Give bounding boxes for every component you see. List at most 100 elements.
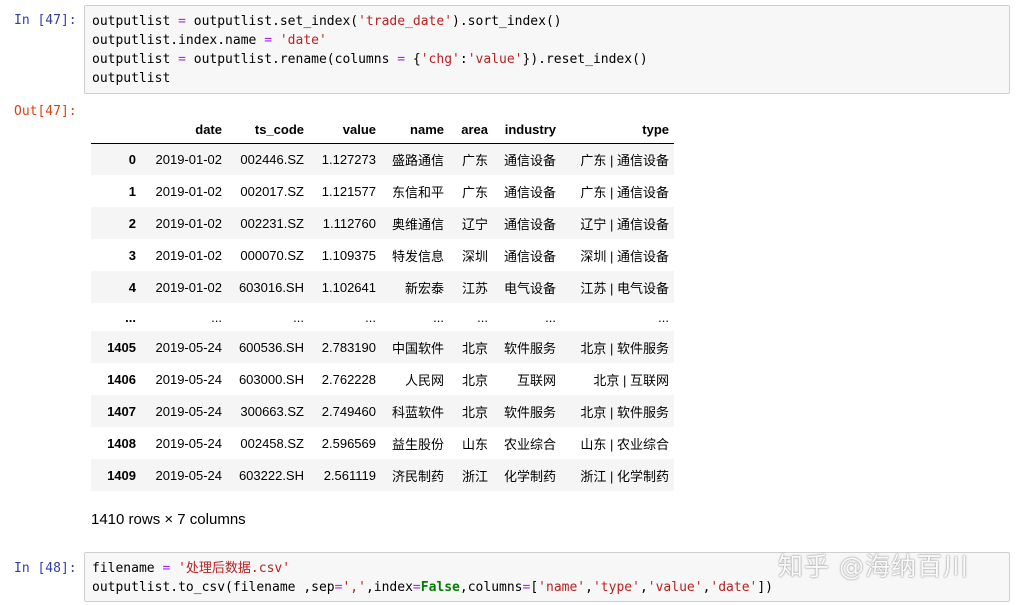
cell-name: 奥维通信 xyxy=(391,216,444,232)
dataframe-table: date ts_code value name area industry ty… xyxy=(91,117,674,491)
cell-ts_code: 002458.SZ xyxy=(240,435,304,451)
cell-type: 北京 | 软件服务 xyxy=(580,404,669,420)
cell-industry: 通信设备 xyxy=(503,216,556,232)
table-row: ........................ xyxy=(91,303,674,331)
table-row: 1 2019-01-02 002017.SZ 1.121577 东信和平 广东 通信设备 广东… xyxy=(91,175,674,207)
cell-date: 2019-05-24 xyxy=(155,339,223,355)
code-line: outputlist = outputlist.rename(columns =… xyxy=(92,52,648,67)
cell-area: 北京 xyxy=(461,372,488,388)
column-header-ts_code: ts_code xyxy=(227,117,309,144)
cell-value: 2.783190 xyxy=(321,339,376,355)
column-header-area: area xyxy=(449,117,493,144)
column-header-industry: industry xyxy=(493,117,561,144)
cell-name: 益生股份 xyxy=(391,436,444,452)
table-row: 0 2019-01-02 002446.SZ 1.127273 盛路通信 广东 通信设备 广东… xyxy=(91,143,674,175)
cell-name: 特发信息 xyxy=(391,248,444,264)
cell-value: 1.121577 xyxy=(321,183,376,199)
cell-date: 2019-01-02 xyxy=(155,151,223,167)
cell-ts_code: ... xyxy=(293,309,304,325)
row-index: 4 xyxy=(128,279,136,295)
output-prompt-47: Out[47]: xyxy=(14,104,77,119)
cell-name: 济民制药 xyxy=(391,468,444,484)
code-line: outputlist = outputlist.set_index('trade… xyxy=(92,14,562,29)
cell-type: 浙江 | 化学制药 xyxy=(580,468,669,484)
cell-area: 浙江 xyxy=(461,468,488,484)
row-index: 1406 xyxy=(107,371,136,387)
table-row: 1405 2019-05-24 600536.SH 2.783190 中国软件 北京 软件服… xyxy=(91,331,674,363)
table-row: 2 2019-01-02 002231.SZ 1.112760 奥维通信 辽宁 通信设备 辽宁… xyxy=(91,207,674,239)
cell-date: 2019-05-24 xyxy=(155,435,223,451)
table-row: 1408 2019-05-24 002458.SZ 2.596569 益生股份 山东 农业综… xyxy=(91,427,674,459)
cell-area: 北京 xyxy=(461,404,488,420)
cell-date: 2019-01-02 xyxy=(155,183,223,199)
cell-date: 2019-05-24 xyxy=(155,371,223,387)
cell-industry: 化学制药 xyxy=(503,468,556,484)
cell-area: 江苏 xyxy=(461,280,488,296)
cell-name: 新宏泰 xyxy=(404,280,444,296)
row-index: 1 xyxy=(128,183,136,199)
table-row: 1406 2019-05-24 603000.SH 2.762228 人民网 北京 互联网 北… xyxy=(91,363,674,395)
table-header-row: date ts_code value name area industry ty… xyxy=(91,117,674,144)
cell-ts_code: 300663.SZ xyxy=(240,403,304,419)
dataframe-shape: 1410 rows × 7 columns xyxy=(91,511,246,528)
cell-name: 中国软件 xyxy=(391,340,444,356)
cell-area: 广东 xyxy=(461,184,488,200)
cell-value: 1.127273 xyxy=(321,151,376,167)
cell-area: 辽宁 xyxy=(461,216,488,232)
cell-name: 盛路通信 xyxy=(391,152,444,168)
cell-industry: 通信设备 xyxy=(503,248,556,264)
cell-type: 北京 | 软件服务 xyxy=(580,340,669,356)
code-line: outputlist xyxy=(92,71,171,86)
zhihu-watermark: 知乎 @海纳百川 xyxy=(778,552,969,581)
column-header-name: name xyxy=(381,117,449,144)
cell-date: 2019-05-24 xyxy=(155,403,223,419)
cell-name: ... xyxy=(433,309,444,325)
table-row: 4 2019-01-02 603016.SH 1.102641 新宏泰 江苏 电气设备 江苏 … xyxy=(91,271,674,303)
cell-name: 东信和平 xyxy=(391,184,444,200)
table-row: 1407 2019-05-24 300663.SZ 2.749460 科蓝软件 北京 软件服… xyxy=(91,395,674,427)
cell-type: 广东 | 通信设备 xyxy=(580,184,669,200)
input-prompt-48: In [48]: xyxy=(14,561,77,576)
column-header-date: date xyxy=(141,117,227,144)
cell-ts_code: 603000.SH xyxy=(238,371,304,387)
cell-ts_code: 600536.SH xyxy=(238,339,304,355)
cell-area: 北京 xyxy=(461,340,488,356)
cell-type: 山东 | 农业综合 xyxy=(580,436,669,452)
cell-name: 科蓝软件 xyxy=(391,404,444,420)
cell-industry: 农业综合 xyxy=(503,436,556,452)
cell-industry: 软件服务 xyxy=(503,340,556,356)
cell-date: 2019-01-02 xyxy=(155,279,223,295)
cell-area: 广东 xyxy=(461,152,488,168)
cell-ts_code: 603222.SH xyxy=(238,467,304,483)
cell-industry: 通信设备 xyxy=(503,152,556,168)
column-header-index xyxy=(91,117,141,144)
cell-ts_code: 002231.SZ xyxy=(240,215,304,231)
cell-date: ... xyxy=(211,309,222,325)
cell-type: 北京 | 互联网 xyxy=(593,372,669,388)
cell-industry: 软件服务 xyxy=(503,404,556,420)
cell-ts_code: 000070.SZ xyxy=(240,247,304,263)
cell-industry: 互联网 xyxy=(516,372,556,388)
code-line: outputlist.index.name = 'date' xyxy=(92,33,327,48)
cell-value: 1.112760 xyxy=(322,215,376,231)
input-prompt-47: In [47]: xyxy=(14,13,77,28)
row-index: 1407 xyxy=(107,403,136,419)
cell-ts_code: 002446.SZ xyxy=(240,151,304,167)
column-header-value: value xyxy=(309,117,381,144)
cell-value: 2.749460 xyxy=(321,403,376,419)
row-index: 2 xyxy=(128,215,136,231)
cell-industry: ... xyxy=(545,309,556,325)
cell-type: 深圳 | 通信设备 xyxy=(580,248,669,264)
code-cell-47[interactable]: outputlist = outputlist.set_index('trade… xyxy=(84,5,1010,94)
cell-type: 广东 | 通信设备 xyxy=(580,152,669,168)
row-index: 0 xyxy=(128,151,136,167)
cell-ts_code: 002017.SZ xyxy=(240,183,304,199)
row-index: 1408 xyxy=(107,435,136,451)
cell-name: 人民网 xyxy=(404,372,444,388)
cell-date: 2019-05-24 xyxy=(155,467,223,483)
row-index: ... xyxy=(125,309,136,325)
cell-area: ... xyxy=(477,309,488,325)
column-header-type: type xyxy=(561,117,674,144)
cell-type: 辽宁 | 通信设备 xyxy=(580,216,669,232)
cell-value: 2.561119 xyxy=(323,467,376,483)
